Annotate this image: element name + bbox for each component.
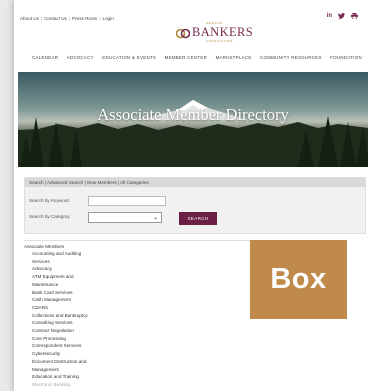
nav-item-member-center[interactable]: MEMBER CENTER (165, 55, 207, 60)
site-logo[interactable]: OREGON BANKERS ASSOCIATION (176, 21, 253, 46)
main-nav: CALENDAR ADVOCACY EDUCATION & EVENTS MEM… (14, 55, 368, 60)
separator: | (68, 16, 71, 21)
top-link-login[interactable]: Login (103, 16, 114, 21)
page-title: Associate Member Directory (97, 105, 289, 124)
utility-nav: About Us | Contact Us | Press Room | Login (20, 16, 114, 21)
category-item[interactable]: Maintenance (24, 281, 254, 289)
keyword-label: Search by Keyword (29, 198, 69, 203)
separator: | (99, 16, 101, 21)
category-item[interactable]: Core Processing (24, 335, 254, 343)
category-item[interactable]: CDARS (24, 304, 254, 312)
category-item[interactable]: Services (24, 258, 254, 266)
logo-wordmark: BANKERS (192, 25, 254, 39)
category-item[interactable]: Document Destruction and (24, 358, 254, 366)
top-link-about[interactable]: About Us (20, 16, 39, 21)
category-item[interactable]: Bank Card Services (24, 289, 254, 297)
category-item[interactable]: Correspondent Services (24, 342, 254, 350)
nav-item-education-events[interactable]: EDUCATION & EVENTS (102, 55, 156, 60)
twitter-icon[interactable] (338, 13, 345, 21)
nav-item-marketplace[interactable]: MARKETPLACE (216, 55, 252, 60)
social-links: in (327, 13, 358, 21)
category-label: Search by Category (29, 214, 70, 219)
promo-box-label: Box (270, 263, 327, 295)
nav-item-community-resources[interactable]: COMMUNITY RESOURCES (260, 55, 322, 60)
category-item[interactable]: Contract Negotiation (24, 327, 254, 335)
nav-item-advocacy[interactable]: ADVOCACY (67, 55, 94, 60)
category-item[interactable]: ATM Equipment and (24, 273, 254, 281)
category-item[interactable]: Cybersecurity (24, 350, 254, 358)
print-icon[interactable] (351, 13, 358, 21)
chevron-down-icon: ⌄ (152, 215, 158, 221)
keyword-search-input[interactable] (88, 196, 166, 206)
category-item[interactable]: Education and Training (24, 373, 254, 381)
category-item[interactable]: Electronic Banking (24, 381, 254, 389)
category-select[interactable]: ⌄ (88, 212, 162, 223)
logo-emblem-icon (176, 28, 190, 39)
category-item[interactable]: Cash Management (24, 296, 254, 304)
category-list-heading: Associate Members (24, 244, 65, 249)
logo-tagline-bottom: ASSOCIATION (206, 39, 233, 43)
linkedin-icon[interactable]: in (327, 13, 332, 21)
category-item[interactable]: Advocacy (24, 265, 254, 273)
nav-item-calendar[interactable]: CALENDAR (32, 55, 58, 60)
top-link-contact[interactable]: Contact Us (44, 16, 67, 21)
nav-item-foundation[interactable]: FOUNDATION (330, 55, 362, 60)
separator: | (40, 16, 43, 21)
search-button[interactable]: SEARCH (179, 212, 217, 225)
top-link-press[interactable]: Press Room (72, 16, 97, 21)
category-item[interactable]: Collections and Bankruptcy (24, 312, 254, 320)
category-item[interactable]: Management (24, 366, 254, 374)
search-links-bar[interactable]: Search | Advanced Search | New Members |… (25, 178, 365, 187)
category-list: Associate Members Accounting and Auditin… (24, 240, 254, 389)
category-item[interactable]: Consulting Services (24, 319, 254, 327)
hero-banner: Associate Member Directory (18, 72, 368, 167)
category-item[interactable]: Accounting and Auditing (24, 250, 254, 258)
search-panel: Search | Advanced Search | New Members |… (24, 177, 366, 234)
page: About Us | Contact Us | Press Room | Login in … (14, 0, 368, 391)
promo-box[interactable]: Box (250, 240, 347, 319)
